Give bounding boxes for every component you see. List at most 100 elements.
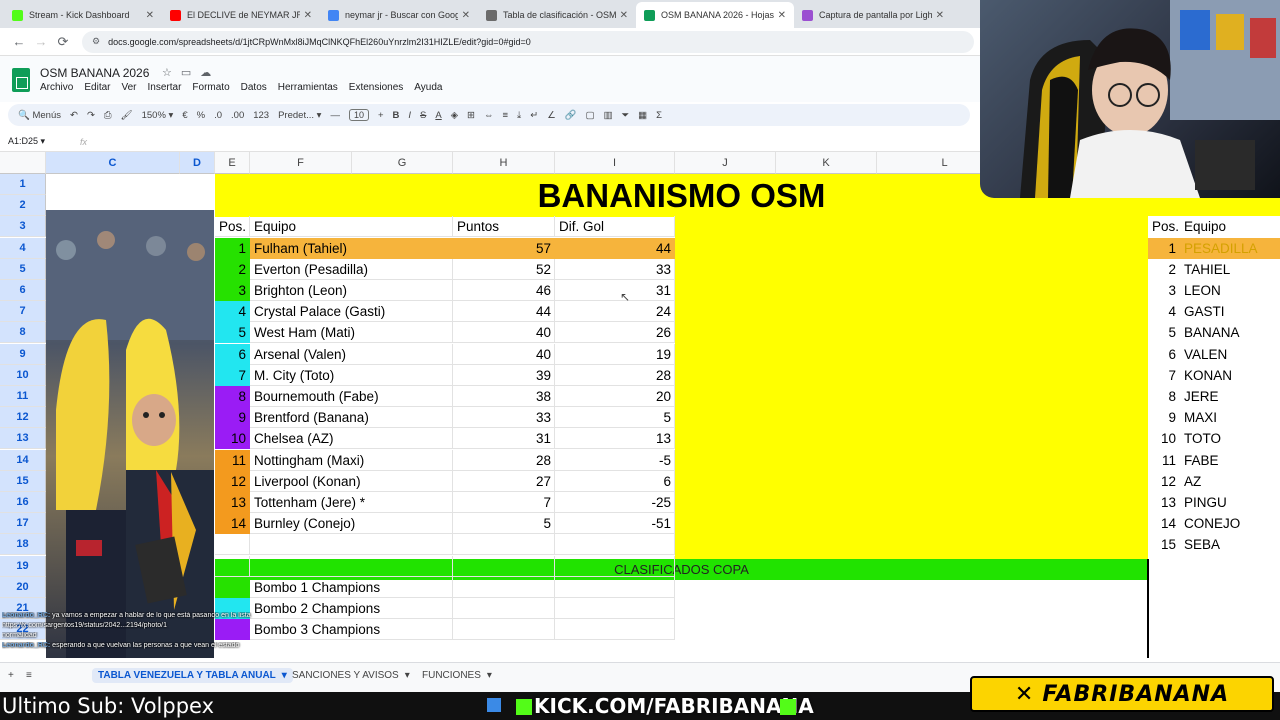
comment-icon[interactable]: ▢: [586, 110, 595, 121]
standing-pos[interactable]: 9: [215, 407, 250, 429]
header-points[interactable]: Puntos: [453, 216, 553, 237]
close-tab-icon[interactable]: ✕: [146, 10, 154, 21]
row-header[interactable]: 17: [0, 513, 46, 535]
browser-tab[interactable]: Stream - Kick Dashboard ✕: [4, 2, 162, 28]
row-header[interactable]: 3: [0, 216, 46, 238]
standing-pos[interactable]: 11: [215, 449, 250, 471]
column-header-k[interactable]: K: [776, 152, 877, 174]
close-tab-icon[interactable]: ✕: [620, 10, 628, 21]
menu-item[interactable]: Archivo: [40, 82, 73, 93]
standing-points[interactable]: 5: [453, 513, 555, 534]
chart-icon[interactable]: ▥: [604, 110, 613, 121]
ranking-name[interactable]: TAHIEL: [1180, 258, 1280, 280]
row-header[interactable]: 14: [0, 449, 46, 471]
column-header-d[interactable]: D: [180, 152, 215, 174]
close-tab-icon[interactable]: ✕: [304, 10, 312, 21]
all-sheets-icon[interactable]: ≡: [26, 670, 32, 681]
browser-tab[interactable]: Tabla de clasificación - OSM ✕: [478, 2, 636, 28]
row-header[interactable]: 2: [0, 195, 46, 217]
row-header[interactable]: 19: [0, 555, 46, 577]
standing-team[interactable]: Tottenham (Jere) *: [250, 492, 453, 513]
text-wrap-icon[interactable]: ↵: [530, 110, 538, 121]
menu-item[interactable]: Extensiones: [349, 82, 403, 93]
vertical-align-icon[interactable]: ⤓: [517, 110, 521, 121]
standing-team[interactable]: Everton (Pesadilla): [250, 259, 453, 280]
ranking-name[interactable]: KONAN: [1180, 364, 1280, 386]
row-header[interactable]: 13: [0, 428, 46, 450]
standing-goal-diff[interactable]: 13: [555, 428, 675, 449]
row-header[interactable]: 8: [0, 322, 46, 344]
ranking-pos[interactable]: 13: [1148, 492, 1180, 513]
standing-goal-diff[interactable]: -51: [555, 513, 675, 534]
sheet-tab[interactable]: TABLA VENEZUELA Y TABLA ANUAL ▾: [92, 668, 293, 683]
ranking-name[interactable]: FABE: [1180, 449, 1280, 471]
standing-team[interactable]: Crystal Palace (Gasti): [250, 301, 453, 322]
ranking-pos[interactable]: 3: [1148, 280, 1180, 301]
text-rotation-icon[interactable]: ∠: [547, 110, 556, 121]
standing-pos[interactable]: 3: [215, 280, 250, 301]
row-header[interactable]: 12: [0, 407, 46, 429]
row-header[interactable]: 20: [0, 576, 46, 598]
chevron-down-icon[interactable]: ▾: [282, 670, 287, 681]
standing-points[interactable]: 44: [453, 301, 555, 322]
standing-team[interactable]: West Ham (Mati): [250, 322, 453, 343]
standing-pos[interactable]: 12: [215, 470, 250, 492]
close-tab-icon[interactable]: ✕: [936, 10, 944, 21]
menu-item[interactable]: Herramientas: [278, 82, 338, 93]
standing-goal-diff[interactable]: 44: [555, 237, 675, 259]
menu-item[interactable]: Editar: [84, 82, 110, 93]
decrease-decimals-button[interactable]: .0: [214, 110, 222, 121]
fill-color-icon[interactable]: ◈: [451, 110, 458, 121]
standing-goal-diff[interactable]: 33: [555, 259, 675, 280]
redo-icon[interactable]: ↷: [87, 110, 95, 121]
standing-team[interactable]: Brighton (Leon): [250, 280, 453, 301]
row-header[interactable]: 5: [0, 258, 46, 280]
column-header-f[interactable]: F: [250, 152, 352, 174]
ranking-name[interactable]: MAXI: [1180, 407, 1280, 429]
standing-points[interactable]: 28: [453, 450, 555, 471]
standing-pos[interactable]: 10: [215, 428, 250, 450]
row-header[interactable]: 16: [0, 492, 46, 513]
sheet-tab[interactable]: FUNCIONES ▾: [422, 670, 492, 681]
ranking-pos[interactable]: 8: [1148, 386, 1180, 407]
standing-points[interactable]: 27: [453, 471, 555, 492]
row-header[interactable]: 18: [0, 534, 46, 556]
ranking-name[interactable]: JERE: [1180, 386, 1280, 407]
standing-pos[interactable]: 2: [215, 258, 250, 280]
row-header[interactable]: 7: [0, 301, 46, 323]
header-goal-diff[interactable]: Dif. Gol: [555, 216, 673, 237]
menu-item[interactable]: Datos: [241, 82, 267, 93]
standing-team[interactable]: Nottingham (Maxi): [250, 450, 453, 471]
standing-pos[interactable]: 14: [215, 513, 250, 535]
percent-format-button[interactable]: %: [197, 110, 205, 121]
link-icon[interactable]: 🔗: [565, 110, 577, 121]
star-icon[interactable]: ☆: [162, 66, 172, 79]
browser-tab[interactable]: El DECLIVE de NEYMAR JR 😱 ✕: [162, 2, 320, 28]
paint-format-icon[interactable]: 🖌: [121, 110, 133, 121]
bold-icon[interactable]: B: [393, 110, 400, 121]
standing-points[interactable]: 40: [453, 322, 555, 343]
ranking-pos[interactable]: 6: [1148, 343, 1180, 365]
standing-pos[interactable]: 13: [215, 492, 250, 513]
column-header-h[interactable]: H: [453, 152, 555, 174]
row-header[interactable]: 9: [0, 343, 46, 365]
ranking-header-team[interactable]: Equipo: [1180, 216, 1280, 238]
sheets-logo-icon[interactable]: [12, 68, 30, 92]
ranking-name[interactable]: CONEJO: [1180, 513, 1280, 535]
font-size-decrease-icon[interactable]: —: [330, 110, 340, 121]
move-folder-icon[interactable]: ▭: [181, 66, 191, 79]
column-header-e[interactable]: E: [215, 152, 250, 174]
font-size-increase-icon[interactable]: +: [378, 110, 384, 121]
corner-select-all[interactable]: [0, 152, 46, 174]
ranking-pos[interactable]: 7: [1148, 364, 1180, 386]
standing-team[interactable]: Chelsea (AZ): [250, 428, 453, 449]
ranking-pos[interactable]: 4: [1148, 301, 1180, 323]
standing-points[interactable]: 40: [453, 344, 555, 365]
browser-tab[interactable]: Captura de pantalla por Lightsh ✕: [794, 2, 952, 28]
undo-icon[interactable]: ↶: [70, 110, 78, 121]
standing-goal-diff[interactable]: -25: [555, 492, 675, 513]
ranking-name[interactable]: LEON: [1180, 280, 1280, 301]
search-menus[interactable]: 🔍 Menús: [18, 110, 61, 121]
row-header[interactable]: 10: [0, 364, 46, 386]
row-header[interactable]: 11: [0, 386, 46, 407]
